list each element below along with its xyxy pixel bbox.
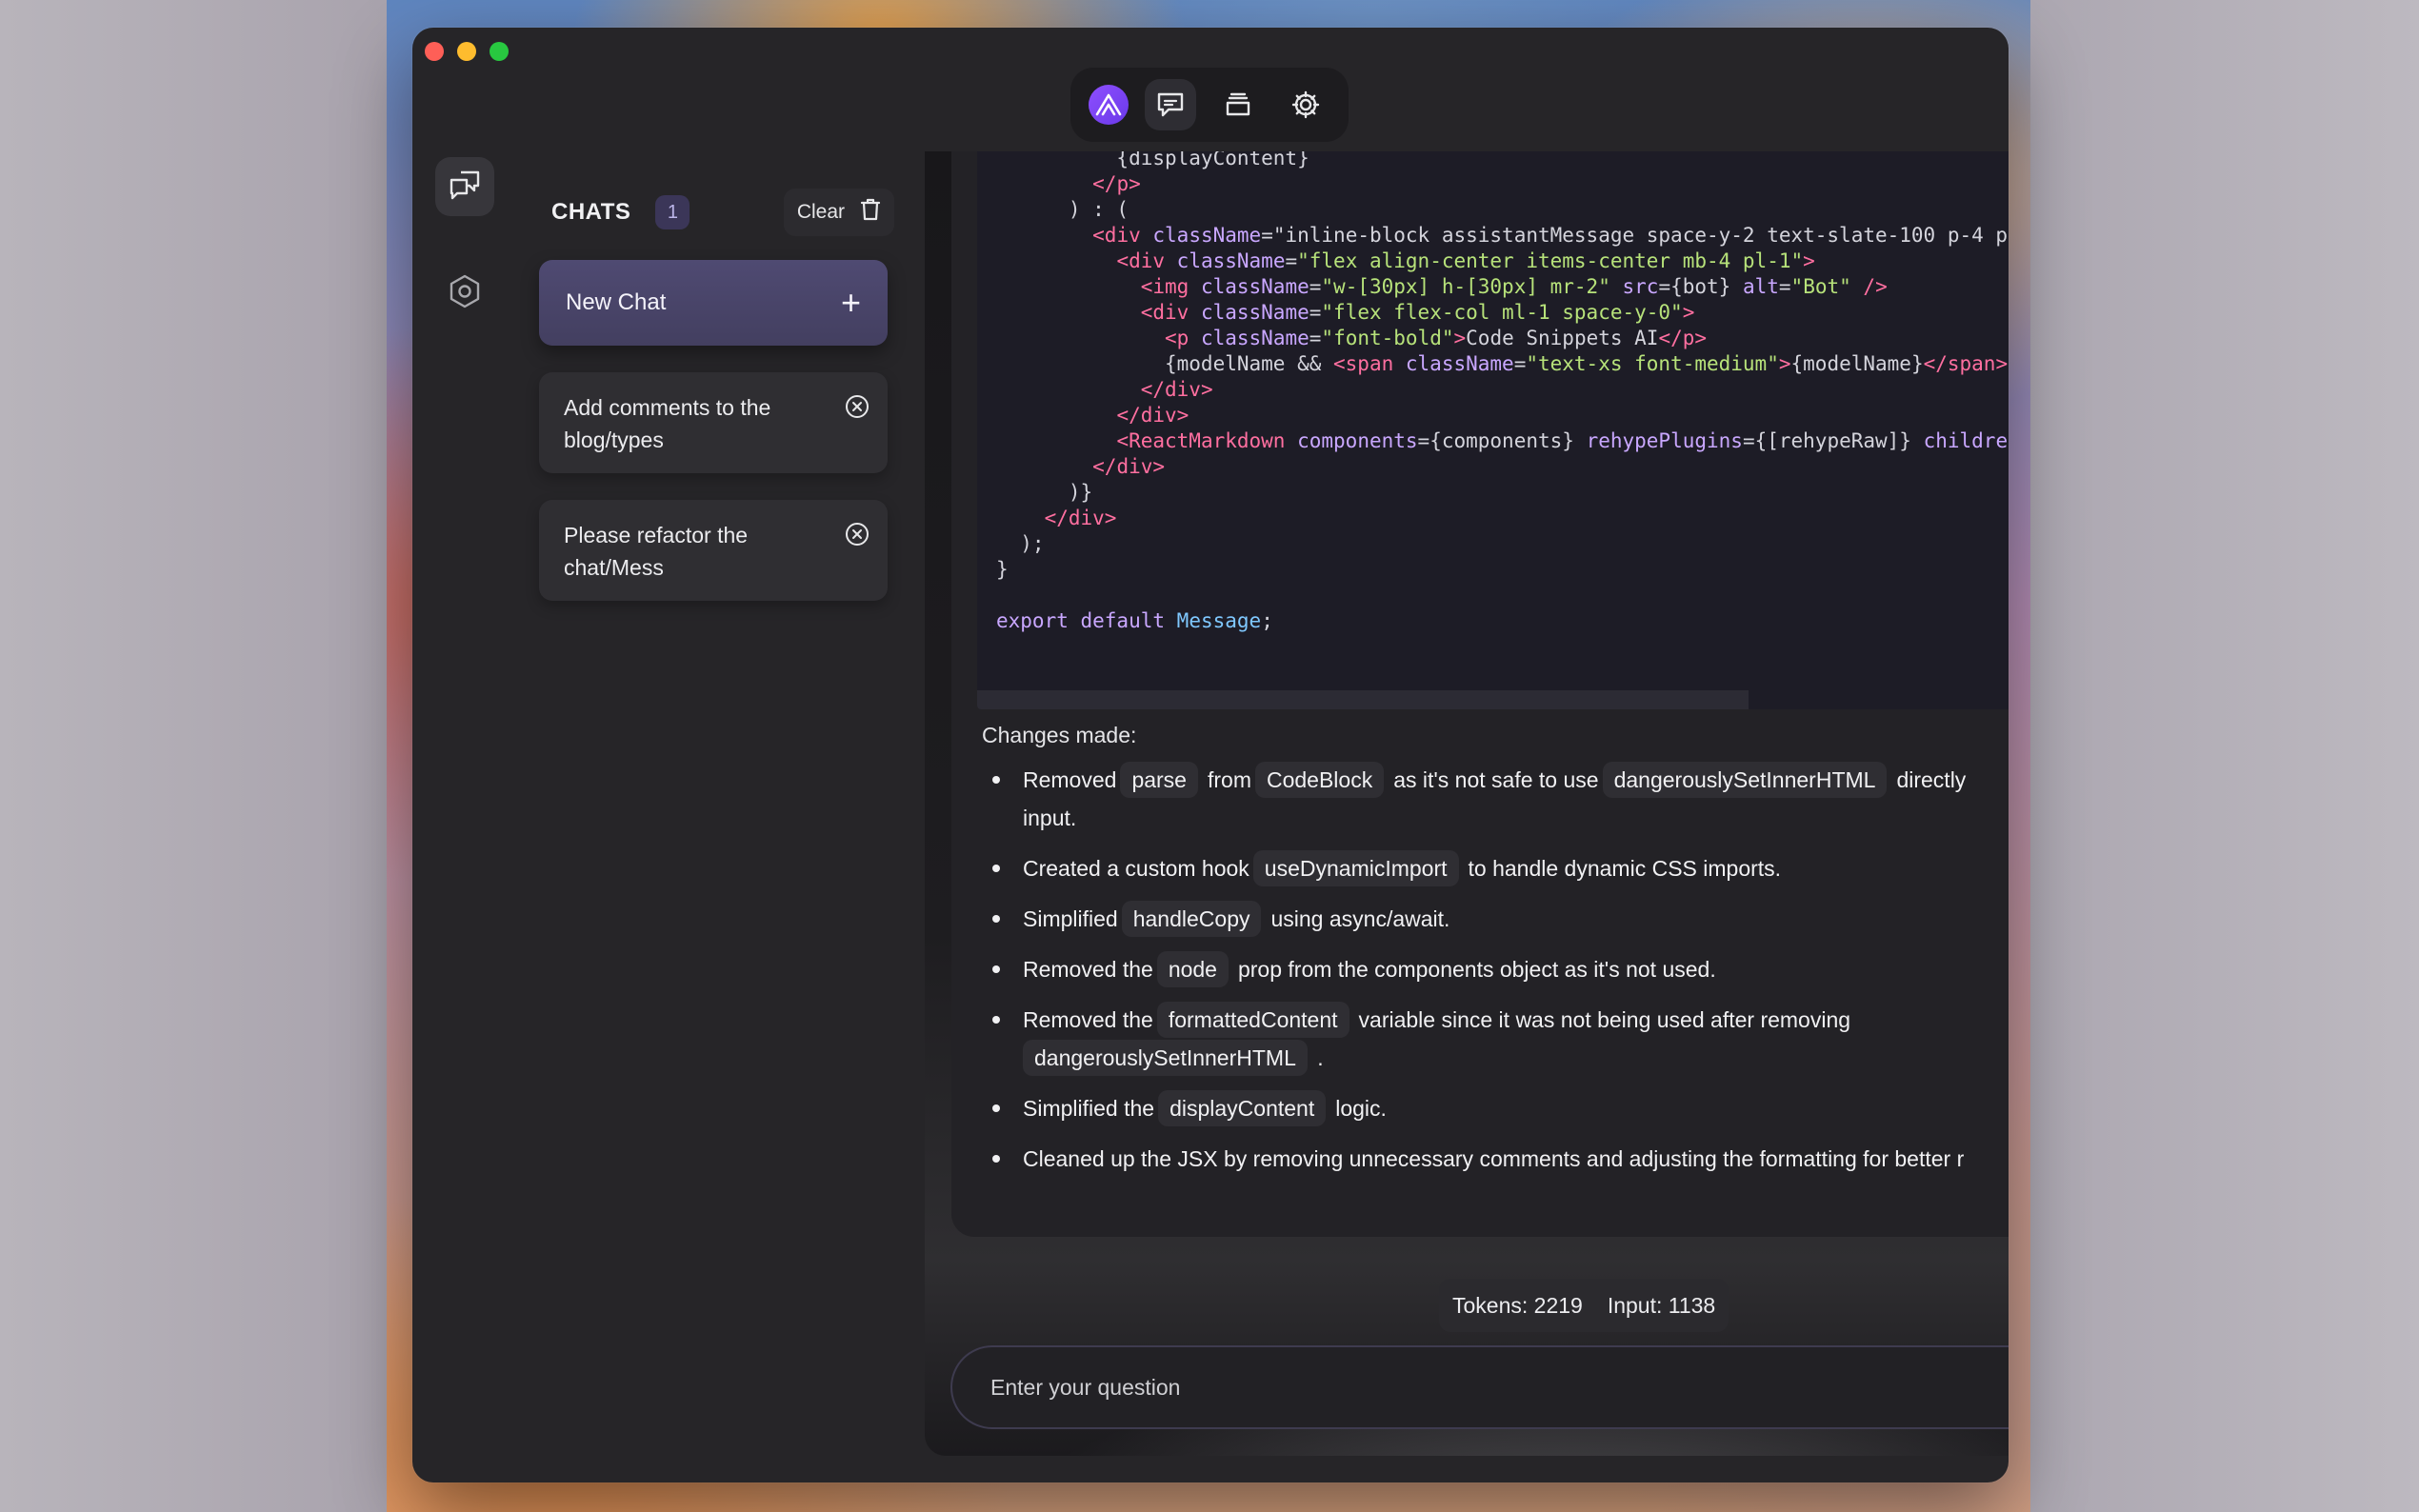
change-text: variable since it was not being used aft… — [1358, 1007, 1851, 1032]
change-item: Removed the formattedContent variable sinc… — [987, 1001, 2009, 1077]
settings-rail-button[interactable] — [435, 264, 494, 323]
conversation-area: {displayContent} </p> ) : ( <div classNa… — [925, 151, 2009, 1456]
clear-label: Clear — [796, 201, 845, 223]
new-chat-button[interactable]: New Chat + — [539, 260, 888, 346]
change-text: as it's not safe to use — [1393, 767, 1599, 792]
change-item: Removed parse from CodeBlock as it's not saf… — [987, 761, 2009, 837]
code-line: <p className="font-bold">Code Snippets A… — [1165, 327, 1708, 349]
change-text: Simplified — [1023, 906, 1118, 931]
clear-chats-button[interactable]: Clear — [783, 189, 894, 236]
delete-chat-icon[interactable] — [844, 521, 870, 556]
change-text: directly — [1896, 767, 1967, 792]
inline-code: dangerouslySetInnerHTML — [1023, 1040, 1308, 1076]
chats-icon — [448, 169, 482, 206]
inline-code: node — [1156, 951, 1229, 987]
inline-code: parse — [1120, 762, 1198, 798]
top-navigation — [1070, 68, 1349, 142]
chat-bubble-icon[interactable] — [1144, 79, 1196, 130]
change-text: using async/await. — [1270, 906, 1450, 931]
app-window: CHATS 1 Clear New Chat + Add comments to… — [412, 28, 2009, 1482]
inline-code: useDynamicImport — [1252, 850, 1459, 886]
change-text: Removed the — [1023, 1007, 1153, 1032]
close-window-button[interactable] — [425, 42, 444, 61]
trash-icon — [860, 197, 881, 228]
token-usage: Tokens: 2219 Input: 1138 — [1439, 1279, 1729, 1332]
change-text: to handle dynamic CSS imports. — [1468, 856, 1782, 881]
code-line: </div> — [1092, 455, 1166, 478]
inline-code: handleCopy — [1121, 901, 1262, 937]
plus-icon: + — [840, 283, 861, 322]
change-text: Created a custom hook — [1023, 856, 1249, 881]
change-text: logic. — [1335, 1096, 1387, 1121]
traffic-lights — [425, 42, 509, 61]
chat-item-label: Please refactor the chat/Mess — [564, 523, 749, 580]
chat-list-item[interactable]: Please refactor the chat/Mess — [539, 500, 888, 601]
change-text: Removed the — [1023, 957, 1153, 982]
code-line: </div> — [1140, 378, 1213, 401]
change-item: Simplified handleCopy using async/await. — [987, 900, 2009, 938]
input-count: Input: 1138 — [1607, 1292, 1716, 1318]
change-text: Removed — [1023, 767, 1117, 792]
inline-code: displayContent — [1158, 1090, 1327, 1126]
tokens-count: Tokens: 2219 — [1452, 1292, 1583, 1318]
delete-chat-icon[interactable] — [844, 393, 870, 428]
code-line: } — [996, 558, 1009, 581]
chats-title: CHATS — [551, 199, 631, 225]
code-line: <div className="flex flex-col ml-1 space… — [1140, 301, 1695, 324]
hexagon-settings-icon — [448, 273, 482, 314]
change-text: from — [1207, 767, 1251, 792]
code-horizontal-scrollbar[interactable] — [977, 690, 1749, 709]
chats-header: CHATS 1 Clear — [551, 188, 894, 237]
code-line: </div> — [1044, 507, 1117, 529]
desktop-right-backdrop — [2030, 0, 2419, 1512]
chat-item-label: Add comments to the blog/types — [564, 395, 771, 452]
gear-icon[interactable] — [1280, 79, 1331, 130]
chat-list-item[interactable]: Add comments to the blog/types — [539, 372, 888, 473]
code-line: </div> — [1116, 404, 1190, 427]
minimize-window-button[interactable] — [457, 42, 476, 61]
change-text: input. — [1023, 806, 1077, 830]
inline-code: formattedContent — [1156, 1002, 1349, 1038]
archive-box-icon[interactable] — [1212, 79, 1264, 130]
change-item: Created a custom hook useDynamicImport to … — [987, 849, 2009, 887]
code-line: </p> — [1092, 172, 1141, 195]
change-item: Simplified the displayContent logic. — [987, 1089, 2009, 1127]
chats-count-badge: 1 — [655, 195, 690, 229]
code-line: {modelName && <span className="text-xs f… — [996, 352, 2009, 375]
new-chat-label: New Chat — [566, 289, 667, 315]
changes-heading: Changes made: — [982, 723, 1137, 747]
change-text: Cleaned up the JSX by removing unnecessa… — [1023, 1146, 1965, 1171]
changes-list: Removed parse from CodeBlock as it's not saf… — [987, 761, 2009, 1190]
change-text: prop from the components object as it's … — [1237, 957, 1716, 982]
zoom-window-button[interactable] — [490, 42, 509, 61]
code-line: ); — [996, 532, 1045, 555]
code-line: <img className="w-[30px] h-[30px] mr-2" … — [1140, 275, 1888, 298]
inline-code: dangerouslySetInnerHTML — [1602, 762, 1888, 798]
chats-rail-button[interactable] — [435, 157, 494, 216]
question-input-placeholder: Enter your question — [990, 1374, 1181, 1400]
change-item: Cleaned up the JSX by removing unnecessa… — [987, 1140, 2009, 1178]
change-text: . — [1310, 1045, 1324, 1070]
code-line: <div className="inline-block assistantMe… — [1092, 224, 2009, 247]
change-text: Simplified the — [1023, 1096, 1155, 1121]
code-line: <div className="flex align-center items-… — [1116, 249, 1815, 272]
change-item: Removed the node prop from the components … — [987, 950, 2009, 988]
code-line: )} — [996, 481, 1093, 504]
question-input[interactable]: Enter your question — [950, 1345, 2009, 1429]
code-line: ) : ( — [996, 198, 1130, 221]
code-line: <ReactMarkdown components={components} r… — [1116, 429, 2009, 452]
app-logo-icon[interactable] — [1088, 85, 1129, 125]
desktop-left-backdrop — [0, 0, 387, 1512]
inline-code: CodeBlock — [1254, 762, 1385, 798]
code-line: export default Message; — [996, 609, 1273, 632]
code-block: {displayContent} </p> ) : ( <div classNa… — [977, 151, 2009, 709]
code-line: {displayContent} — [996, 151, 1309, 169]
